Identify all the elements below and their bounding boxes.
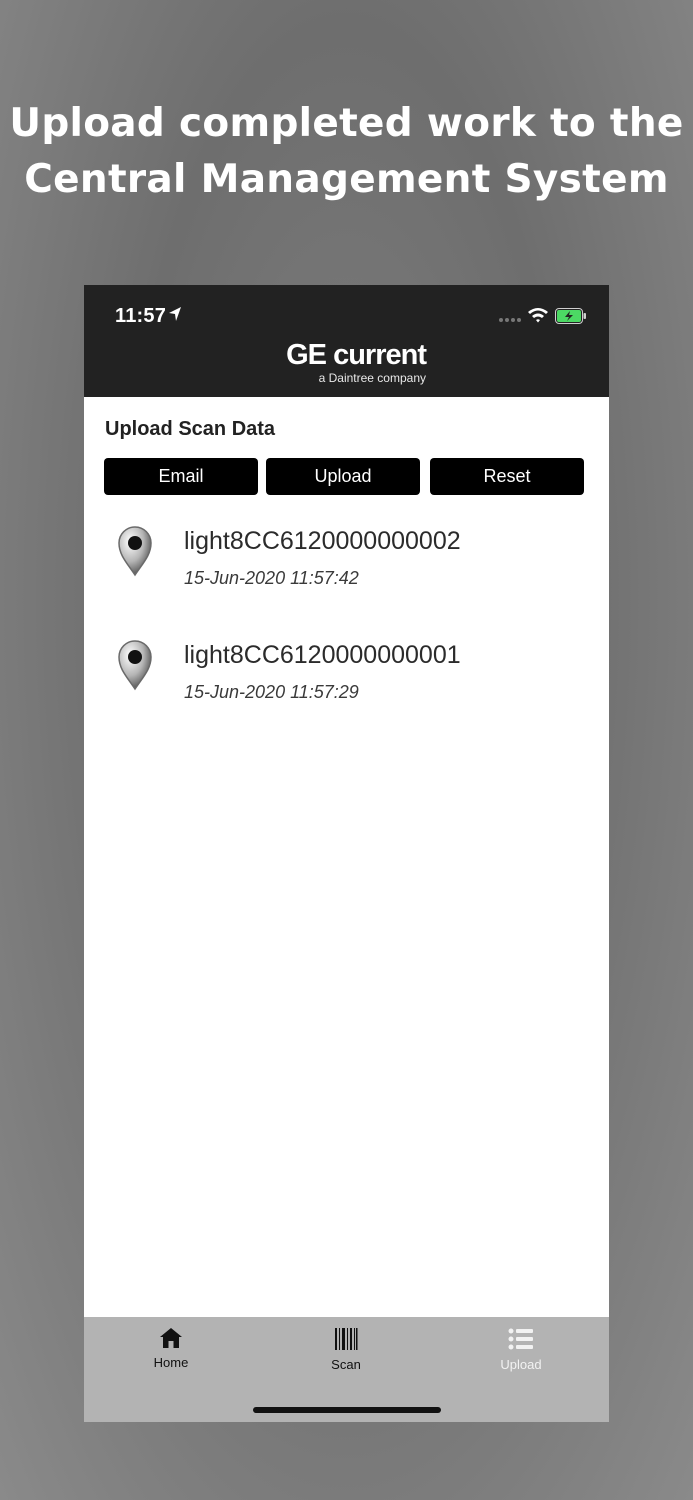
tab-scan-label: Scan — [331, 1357, 361, 1372]
promo-headline-line1: Upload completed work to the — [9, 101, 684, 146]
tab-upload-label: Upload — [500, 1357, 542, 1372]
scan-timestamp: 15-Jun-2020 11:57:29 — [184, 682, 359, 702]
tab-scan[interactable]: Scan — [296, 1327, 396, 1372]
promo-headline: Upload completed work to the Central Man… — [0, 96, 693, 208]
reset-button[interactable]: Reset — [430, 458, 584, 495]
home-icon — [160, 1328, 182, 1348]
tab-upload[interactable]: Upload — [471, 1327, 571, 1372]
tab-home-label: Home — [153, 1355, 189, 1370]
list-icon — [508, 1328, 533, 1350]
status-time: 11:57 — [115, 305, 167, 327]
signal-dots-icon — [499, 318, 521, 322]
tab-home[interactable]: Home — [121, 1327, 221, 1370]
list-item[interactable]: light8CC6120000000001 15-Jun-2020 11:57:… — [84, 627, 609, 741]
phone-screen: 11:57 GE current a Daintree company Uplo… — [84, 285, 609, 1422]
scan-id: light8CC6120000000002 — [184, 527, 461, 555]
page-title: Upload Scan Data — [105, 418, 276, 440]
home-indicator — [253, 1407, 441, 1413]
upload-button[interactable]: Upload — [266, 458, 420, 495]
email-button[interactable]: Email — [104, 458, 258, 495]
wifi-icon — [528, 308, 548, 323]
scan-id: light8CC6120000000001 — [184, 641, 461, 669]
brand-subtitle: a Daintree company — [318, 371, 426, 385]
scan-timestamp: 15-Jun-2020 11:57:42 — [184, 568, 359, 588]
scan-list: light8CC6120000000002 15-Jun-2020 11:57:… — [84, 513, 609, 741]
brand-logo: GE current a Daintree company — [266, 339, 427, 385]
location-arrow-icon — [169, 307, 181, 321]
app-header: 11:57 GE current a Daintree company — [84, 285, 609, 397]
map-pin-icon — [118, 526, 152, 577]
promo-headline-line2: Central Management System — [24, 157, 669, 202]
brand-name: GE current — [286, 339, 427, 371]
map-pin-icon — [118, 640, 152, 691]
battery-charging-icon — [555, 308, 586, 324]
barcode-icon — [335, 1328, 358, 1350]
list-item[interactable]: light8CC6120000000002 15-Jun-2020 11:57:… — [84, 513, 609, 627]
